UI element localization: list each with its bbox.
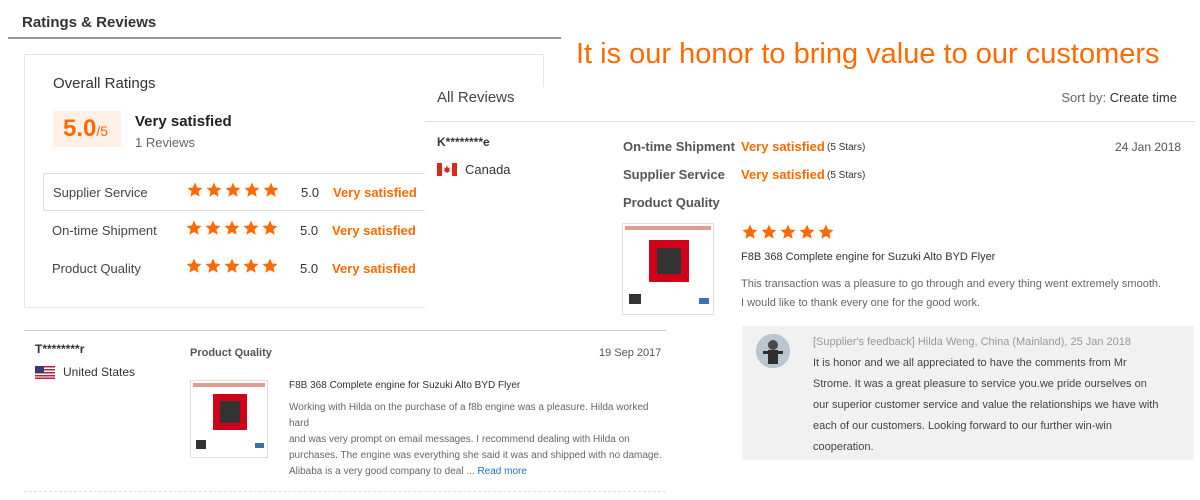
product-thumbnail[interactable]: [190, 380, 268, 458]
product-title-link[interactable]: F8B 368 Complete engine for Suzuki Alto …: [741, 251, 995, 263]
star-icon: [242, 257, 260, 275]
country-name: United States: [63, 365, 136, 379]
usa-flag-icon: [35, 365, 55, 379]
overall-ratings-title: Overall Ratings: [53, 75, 156, 92]
category-status: Very satisfied: [332, 261, 416, 276]
ratings-reviews-title: Ratings & Reviews: [22, 14, 157, 31]
sort-value[interactable]: Create time: [1110, 90, 1177, 105]
read-more-link[interactable]: Read more: [477, 466, 526, 477]
reviewer-name: K********e: [437, 135, 490, 149]
category-label: On-time Shipment: [52, 223, 157, 238]
reviewer-country: Canada: [437, 162, 511, 177]
overall-score-max: /5: [96, 123, 109, 139]
star-icon: [243, 181, 261, 199]
star-icon: [186, 181, 204, 199]
review-text-line: Alibaba is a very good company to deal .…: [289, 464, 664, 480]
product-thumbnail[interactable]: [622, 223, 714, 315]
feedback-line: cooperation.: [813, 441, 874, 453]
category-score: 5.0: [301, 185, 320, 200]
star-icon: [741, 223, 759, 241]
divider: [24, 330, 666, 331]
category-stars: [185, 219, 280, 242]
review-text-line: Working with Hilda on the purchase of a …: [289, 402, 649, 429]
shipment-stars-text: (5 Stars): [827, 142, 866, 153]
feedback-line: Strome. It was a great pleasure to servi…: [813, 378, 1147, 390]
all-reviews-panel: All Reviews Sort by: Create time K******…: [425, 87, 1195, 317]
supplier-feedback: [Supplier's feedback] Hilda Weng, China …: [742, 326, 1194, 460]
feedback-header: [Supplier's feedback] Hilda Weng, China …: [813, 336, 1132, 348]
star-icon: [204, 219, 222, 237]
category-row-on-time-shipment: On-time Shipment 5.0 Very satisfied: [43, 212, 463, 250]
supplier-avatar: [756, 334, 790, 368]
star-icon: [205, 181, 223, 199]
star-icon: [261, 257, 279, 275]
product-title-link[interactable]: F8B 368 Complete engine for Suzuki Alto …: [289, 380, 520, 391]
review-text-line: and was very prompt on email messages. I…: [289, 434, 630, 445]
review-text-truncated: Alibaba is a very good company to deal .…: [289, 466, 475, 477]
star-icon: [817, 223, 835, 241]
review-item-2: T********r United States Product Quality…: [24, 330, 666, 495]
shipment-label: On-time Shipment: [623, 139, 735, 154]
star-icon: [204, 257, 222, 275]
feedback-line: each of our customers. Looking forward t…: [813, 420, 1112, 432]
category-label: Supplier Service: [53, 185, 148, 200]
service-label: Supplier Service: [623, 167, 725, 182]
reviewer-name: T********r: [35, 342, 85, 356]
overall-score-box: 5.0/5: [53, 111, 121, 147]
sort-label: Sort by:: [1061, 90, 1107, 105]
category-stars: [186, 181, 281, 204]
review-date: 24 Jan 2018: [1115, 140, 1182, 154]
all-reviews-header: All Reviews Sort by: Create time: [425, 87, 1195, 122]
feedback-line: our superior customer service and value …: [813, 399, 1159, 411]
category-status: Very satisfied: [332, 223, 416, 238]
category-score: 5.0: [300, 223, 319, 238]
review-text-line-2: I would like to thank every one for the …: [741, 297, 981, 309]
country-name: Canada: [465, 162, 511, 177]
quality-rating-stars: [741, 223, 836, 246]
star-icon: [262, 181, 280, 199]
category-score: 5.0: [300, 261, 319, 276]
star-icon: [779, 223, 797, 241]
category-status: Very satisfied: [333, 185, 417, 200]
reviewer-country: United States: [35, 365, 135, 379]
star-icon: [224, 181, 242, 199]
category-label: Product Quality: [52, 261, 141, 276]
feedback-line: It is honor and we all appreciated to ha…: [813, 357, 1127, 369]
service-status: Very satisfied: [741, 167, 825, 182]
slogan: It is our honor to bring value to our cu…: [576, 38, 1160, 70]
category-stars: [185, 257, 280, 280]
divider: [24, 491, 666, 492]
star-icon: [261, 219, 279, 237]
category-row-product-quality: Product Quality 5.0 Very satisfied: [43, 250, 463, 288]
star-icon: [798, 223, 816, 241]
quality-label: Product Quality: [190, 347, 272, 359]
overall-review-count[interactable]: 1 Reviews: [135, 135, 195, 150]
shipment-status: Very satisfied: [741, 139, 825, 154]
category-row-supplier-service: Supplier Service 5.0 Very satisfied: [43, 173, 463, 211]
review-text: Working with Hilda on the purchase of a …: [289, 400, 664, 480]
overall-score: 5.0: [63, 115, 97, 142]
star-icon: [223, 219, 241, 237]
star-icon: [223, 257, 241, 275]
canada-flag-icon: [437, 163, 457, 176]
review-date: 19 Sep 2017: [599, 347, 662, 359]
all-reviews-title: All Reviews: [437, 89, 515, 106]
star-icon: [185, 257, 203, 275]
star-icon: [185, 219, 203, 237]
service-stars-text: (5 Stars): [827, 170, 866, 181]
header-divider: [8, 37, 561, 39]
star-icon: [242, 219, 260, 237]
sort-control[interactable]: Sort by: Create time: [1061, 90, 1177, 105]
quality-label: Product Quality: [623, 195, 720, 210]
review-text-line-1: This transaction was a pleasure to go th…: [741, 278, 1162, 290]
star-icon: [760, 223, 778, 241]
feedback-text: It is honor and we all appreciated to ha…: [813, 353, 1183, 458]
overall-status: Very satisfied: [135, 113, 232, 130]
review-text-line: purchases. The engine was everything she…: [289, 450, 662, 461]
